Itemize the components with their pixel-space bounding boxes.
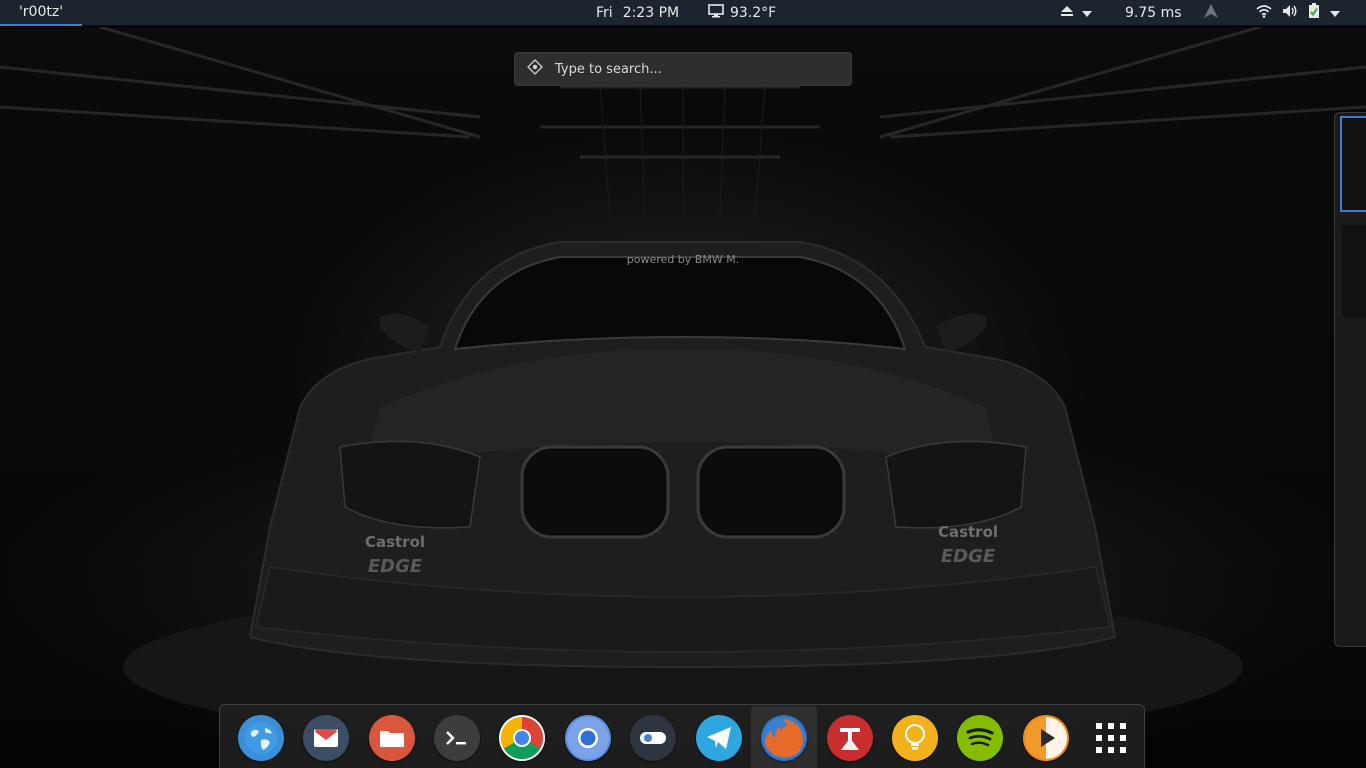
terminal-icon <box>433 715 480 761</box>
dock <box>219 704 1145 768</box>
globe-icon <box>237 715 284 761</box>
arch-update-indicator[interactable] <box>1204 0 1218 26</box>
dock-item-mail[interactable] <box>293 706 358 768</box>
ping-indicator[interactable]: 9.75 ms <box>1125 0 1182 26</box>
show-applications-button[interactable] <box>1078 706 1143 768</box>
toggle-icon <box>630 715 677 761</box>
eject-icon <box>1060 5 1074 21</box>
grid-icon <box>1088 715 1134 761</box>
chevron-down-icon <box>1330 5 1340 21</box>
dock-item-font-manager[interactable] <box>817 706 882 768</box>
dock-item-firefox[interactable] <box>751 706 817 768</box>
dock-item-terminal[interactable] <box>424 706 489 768</box>
temperature-value: 93.2°F <box>730 5 777 21</box>
dock-item-web-browser[interactable] <box>228 706 293 768</box>
monitor-icon <box>708 4 724 22</box>
firefox-icon <box>761 715 808 761</box>
play-icon <box>1022 715 1069 761</box>
sponsor-left: Castrol <box>365 533 425 551</box>
clock[interactable]: Fri 2:23 PM <box>596 0 679 26</box>
lightbulb-icon <box>891 715 938 761</box>
wifi-icon <box>1256 4 1272 22</box>
top-bar: 'r00tz' Fri 2:23 PM 93.2°F 9.75 ms <box>0 0 1366 26</box>
desktop-wallpaper: powered by BMW M. Castrol EDGE Castrol E… <box>0 27 1366 768</box>
telegram-icon <box>695 715 742 761</box>
chrome-icon <box>499 715 546 761</box>
workspace-thumbnail-2[interactable] <box>1342 225 1366 317</box>
workspace-thumbnail-1[interactable] <box>1340 116 1366 212</box>
search-icon <box>527 59 543 79</box>
clock-time: 2:23 PM <box>622 5 680 21</box>
clock-day: Fri <box>596 5 613 21</box>
dock-item-telegram[interactable] <box>686 706 751 768</box>
ping-value: 9.75 ms <box>1125 5 1182 21</box>
sponsor-left-sub: EDGE <box>368 556 423 577</box>
search-box[interactable] <box>514 52 852 86</box>
activities-label: 'r00tz' <box>18 4 64 20</box>
chromium-icon <box>564 715 611 761</box>
dock-item-spotify[interactable] <box>948 706 1013 768</box>
dock-item-ideas[interactable] <box>882 706 947 768</box>
system-menu[interactable] <box>1256 0 1340 26</box>
dock-item-chromium[interactable] <box>555 706 620 768</box>
spotify-icon <box>957 715 1004 761</box>
volume-icon <box>1282 4 1298 22</box>
sponsor-right: Castrol <box>938 523 998 541</box>
chevron-down-icon <box>1082 5 1092 21</box>
dock-item-files[interactable] <box>359 706 424 768</box>
battery-icon <box>1308 3 1320 23</box>
dock-item-media-player[interactable] <box>1013 706 1078 768</box>
workspace-switcher <box>1334 112 1366 647</box>
search-input[interactable] <box>555 61 825 77</box>
dock-item-chrome[interactable] <box>490 706 555 768</box>
arch-logo-icon <box>1204 4 1218 22</box>
folder-icon <box>368 715 415 761</box>
dock-item-settings[interactable] <box>621 706 686 768</box>
mail-icon <box>303 715 350 761</box>
font-icon <box>826 715 873 761</box>
windshield-text: powered by BMW M. <box>627 253 739 266</box>
removable-devices-menu[interactable] <box>1060 0 1092 26</box>
car-wallpaper-image: powered by BMW M. Castrol EDGE Castrol E… <box>0 27 1366 747</box>
temperature-indicator[interactable]: 93.2°F <box>708 0 776 26</box>
sponsor-right-sub: EDGE <box>941 546 996 567</box>
activities-button[interactable]: 'r00tz' <box>0 0 82 26</box>
